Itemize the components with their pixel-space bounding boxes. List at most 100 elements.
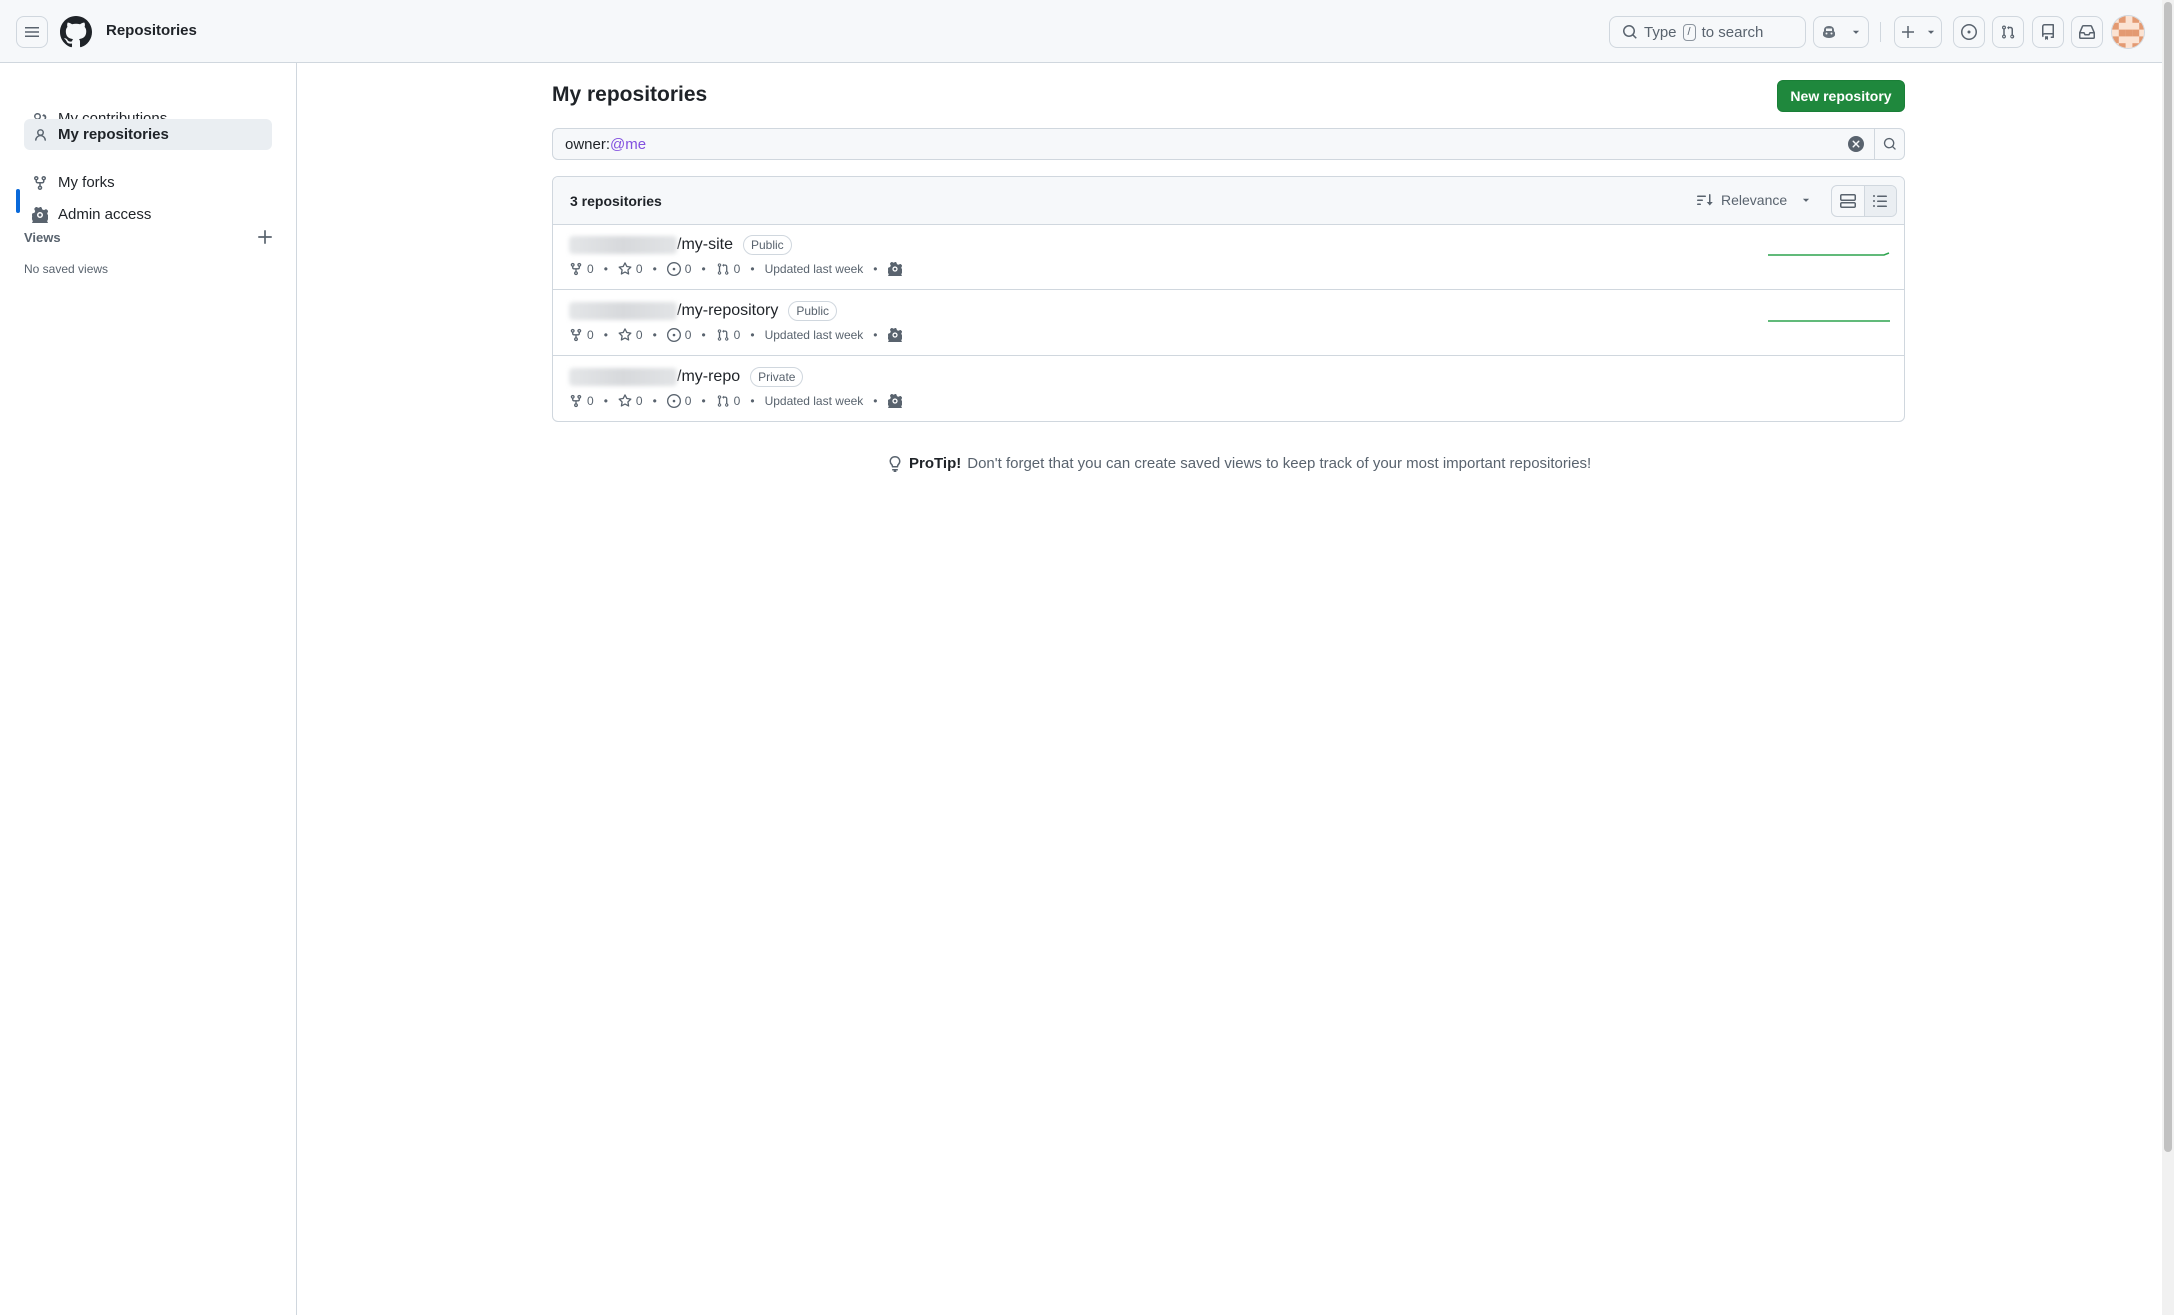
issue-count[interactable]: 0: [685, 394, 692, 408]
sidebar-item-my-forks[interactable]: My forks: [24, 167, 272, 198]
filter-prefix: owner:: [565, 135, 611, 153]
separator-dot: •: [652, 394, 657, 408]
fork-count[interactable]: 0: [587, 394, 594, 408]
rows-icon: [1839, 194, 1856, 208]
star-icon: [618, 262, 632, 275]
separator-dot: •: [873, 328, 878, 342]
page-title: My repositories: [552, 83, 708, 106]
pr-count[interactable]: 0: [734, 394, 741, 408]
fork-icon: [34, 175, 46, 190]
hamburger-icon: [25, 27, 39, 37]
protip: ProTip! Don't forget that you can create…: [887, 455, 1591, 472]
git-pull-request-icon: [717, 329, 729, 341]
star-count[interactable]: 0: [636, 394, 643, 408]
no-saved-views-text: No saved views: [24, 262, 109, 276]
repository-count: 3 repositories: [570, 193, 662, 209]
separator-dot: •: [701, 262, 706, 276]
fork-icon: [570, 262, 582, 276]
repo-name: /my-repo: [677, 368, 741, 385]
separator-dot: •: [652, 328, 657, 342]
sidebar-item-label: Admin access: [58, 206, 152, 223]
copilot-icon: [1823, 26, 1835, 38]
separator-dot: •: [603, 262, 608, 276]
sidebar-item-my-repositories[interactable]: My repositories: [24, 119, 272, 150]
issue-count[interactable]: 0: [685, 328, 692, 342]
updated-text: Updated last week: [764, 328, 864, 342]
identicon-icon: [2112, 16, 2144, 48]
git-pull-request-icon: [2002, 25, 2015, 39]
notifications-button[interactable]: [2071, 16, 2103, 48]
pr-count[interactable]: 0: [734, 262, 741, 276]
issues-button[interactable]: [1953, 16, 1985, 48]
create-new-button[interactable]: [1894, 16, 1942, 48]
inbox-icon: [2079, 25, 2095, 39]
star-icon: [618, 394, 632, 407]
repo-title: /my-site Public: [569, 235, 792, 255]
github-logo-icon[interactable]: [60, 16, 92, 48]
scrollbar-thumb[interactable]: [2164, 2, 2172, 1152]
compact-view-button[interactable]: [1863, 186, 1896, 216]
repository-filter-input[interactable]: owner: @me: [552, 128, 1905, 160]
search-prefix: Type: [1644, 23, 1677, 41]
fork-icon: [570, 328, 582, 342]
git-pull-request-icon: [717, 263, 729, 275]
separator-dot: •: [652, 262, 657, 276]
repositories-button[interactable]: [2032, 16, 2064, 48]
star-count[interactable]: 0: [636, 262, 643, 276]
header-divider: [1880, 22, 1881, 42]
separator-dot: •: [873, 394, 878, 408]
repo-full-name-link[interactable]: /my-repository: [569, 302, 778, 320]
pull-requests-button[interactable]: [1992, 16, 2024, 48]
filter-qualifier: @me: [610, 135, 647, 153]
gear-icon[interactable]: [887, 262, 902, 276]
repo-meta: 0 • 0 • 0 • 0 • Updated last week •: [569, 328, 902, 342]
triangle-down-icon: [1852, 30, 1860, 34]
fork-count[interactable]: 0: [587, 262, 594, 276]
issue-opened-icon: [1961, 24, 1977, 40]
issue-opened-icon: [666, 328, 681, 342]
repo-full-name-link[interactable]: /my-site: [569, 236, 733, 254]
separator-dot: •: [750, 394, 755, 408]
pr-count[interactable]: 0: [734, 328, 741, 342]
star-count[interactable]: 0: [636, 328, 643, 342]
search-icon: [1623, 25, 1637, 39]
clear-filter-icon[interactable]: [1848, 136, 1864, 152]
gear-icon[interactable]: [887, 328, 902, 342]
separator-dot: •: [603, 394, 608, 408]
repo-meta: 0 • 0 • 0 • 0 • Updated last week •: [569, 262, 902, 276]
fork-icon: [570, 394, 582, 408]
issue-count[interactable]: 0: [685, 262, 692, 276]
comfortable-view-button[interactable]: [1832, 186, 1864, 216]
redacted-owner: [569, 236, 677, 254]
repo-title: /my-repository Public: [569, 301, 838, 321]
separator-dot: •: [701, 328, 706, 342]
sidebar-item-label: My repositories: [58, 126, 169, 143]
separator-dot: •: [603, 328, 608, 342]
sort-dropdown[interactable]: Relevance: [1697, 192, 1811, 208]
active-indicator: [16, 189, 20, 213]
fork-count[interactable]: 0: [587, 328, 594, 342]
add-view-plus-icon[interactable]: [256, 228, 274, 246]
redacted-owner: [569, 368, 677, 386]
search-icon: [1883, 137, 1896, 150]
separator-dot: •: [701, 394, 706, 408]
separator-dot: •: [750, 328, 755, 342]
sidebar: My contributions My repositories My fork…: [0, 63, 297, 1315]
redacted-owner: [569, 302, 677, 320]
repo-title: /my-repo Private: [569, 367, 804, 387]
repo-row: /my-site Public 0 • 0 • 0 • 0 • Updated last…: [553, 225, 1904, 290]
sidebar-item-admin-access[interactable]: Admin access: [24, 199, 272, 230]
gear-icon[interactable]: [887, 394, 902, 408]
star-icon: [618, 328, 632, 341]
repo-name: /my-repository: [677, 302, 779, 319]
sort-desc-icon: [1697, 194, 1713, 206]
menu-button[interactable]: [16, 16, 48, 48]
new-repository-button[interactable]: New repository: [1777, 80, 1905, 112]
repo-full-name-link[interactable]: /my-repo: [569, 368, 740, 386]
user-avatar[interactable]: [2111, 15, 2145, 49]
copilot-button[interactable]: [1813, 16, 1869, 48]
protip-label: ProTip!: [909, 455, 962, 472]
density-toggle[interactable]: [1831, 185, 1897, 217]
filter-search-button[interactable]: [1874, 129, 1904, 159]
global-search[interactable]: Type / to search: [1609, 16, 1806, 48]
